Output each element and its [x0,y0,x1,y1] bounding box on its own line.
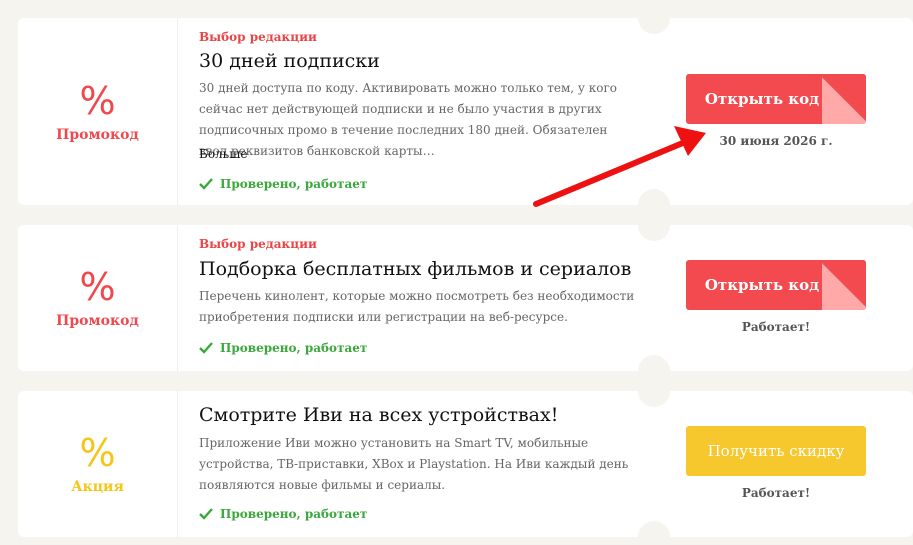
open-code-button-label: Открыть код [704,90,820,108]
code-peek-corner [822,260,866,310]
check-icon [199,508,213,520]
coupon-description: Перечень кинолент, которые можно посмотр… [199,289,635,324]
coupon-badge: % Акция [18,391,178,537]
verified-status: Проверено, работает [199,177,367,191]
editors-pick-label: Выбор редакции [199,30,317,44]
more-link[interactable]: Больше [199,147,247,161]
coupon-badge: % Промокод [18,225,178,371]
percent-icon: % [79,78,116,123]
editors-pick-label: Выбор редакции [199,237,317,251]
verified-label: Проверено, работает [220,341,368,355]
get-discount-button[interactable]: Получить скидку [686,426,866,476]
verified-label: Проверено, работает [220,177,368,191]
verified-status: Проверено, работает [199,341,367,355]
coupon-card-1: % Промокод Выбор редакции 30 дней подпис… [18,2,913,221]
coupon-type-label: Промокод [56,126,139,143]
coupon-description: 30 дней доступа по коду. Активировать мо… [199,81,618,158]
status-note: Работает! [741,320,811,334]
expiry-date: 30 июня 2026 г. [719,134,833,148]
coupon-card-3: % Акция Смотрите Иви на всех устройствах… [18,375,913,545]
status-note: Работает! [741,486,811,500]
coupon-type-label: Акция [71,479,124,495]
coupon-title: Подборка бесплатных фильмов и сериалов [199,258,632,280]
get-discount-button-label: Получить скидку [707,442,845,460]
check-icon [199,178,213,190]
coupon-title: Смотрите Иви на всех устройствах! [199,404,559,426]
open-code-button[interactable]: Открыть код [686,260,866,310]
coupon-card-2: % Промокод Выбор редакции Подборка беспл… [18,209,913,387]
coupon-title: 30 дней подписки [199,50,380,72]
percent-icon: % [79,431,116,475]
coupon-description: Приложение Иви можно установить на Smart… [199,436,629,492]
verified-label: Проверено, работает [220,507,368,521]
check-icon [199,342,213,354]
coupon-badge: % Промокод [18,18,178,205]
open-code-button[interactable]: Открыть код [686,74,866,124]
verified-status: Проверено, работает [199,507,367,521]
coupon-type-label: Промокод [56,313,139,329]
code-peek-corner [822,74,866,124]
percent-icon: % [79,265,116,309]
open-code-button-label: Открыть код [704,276,820,294]
